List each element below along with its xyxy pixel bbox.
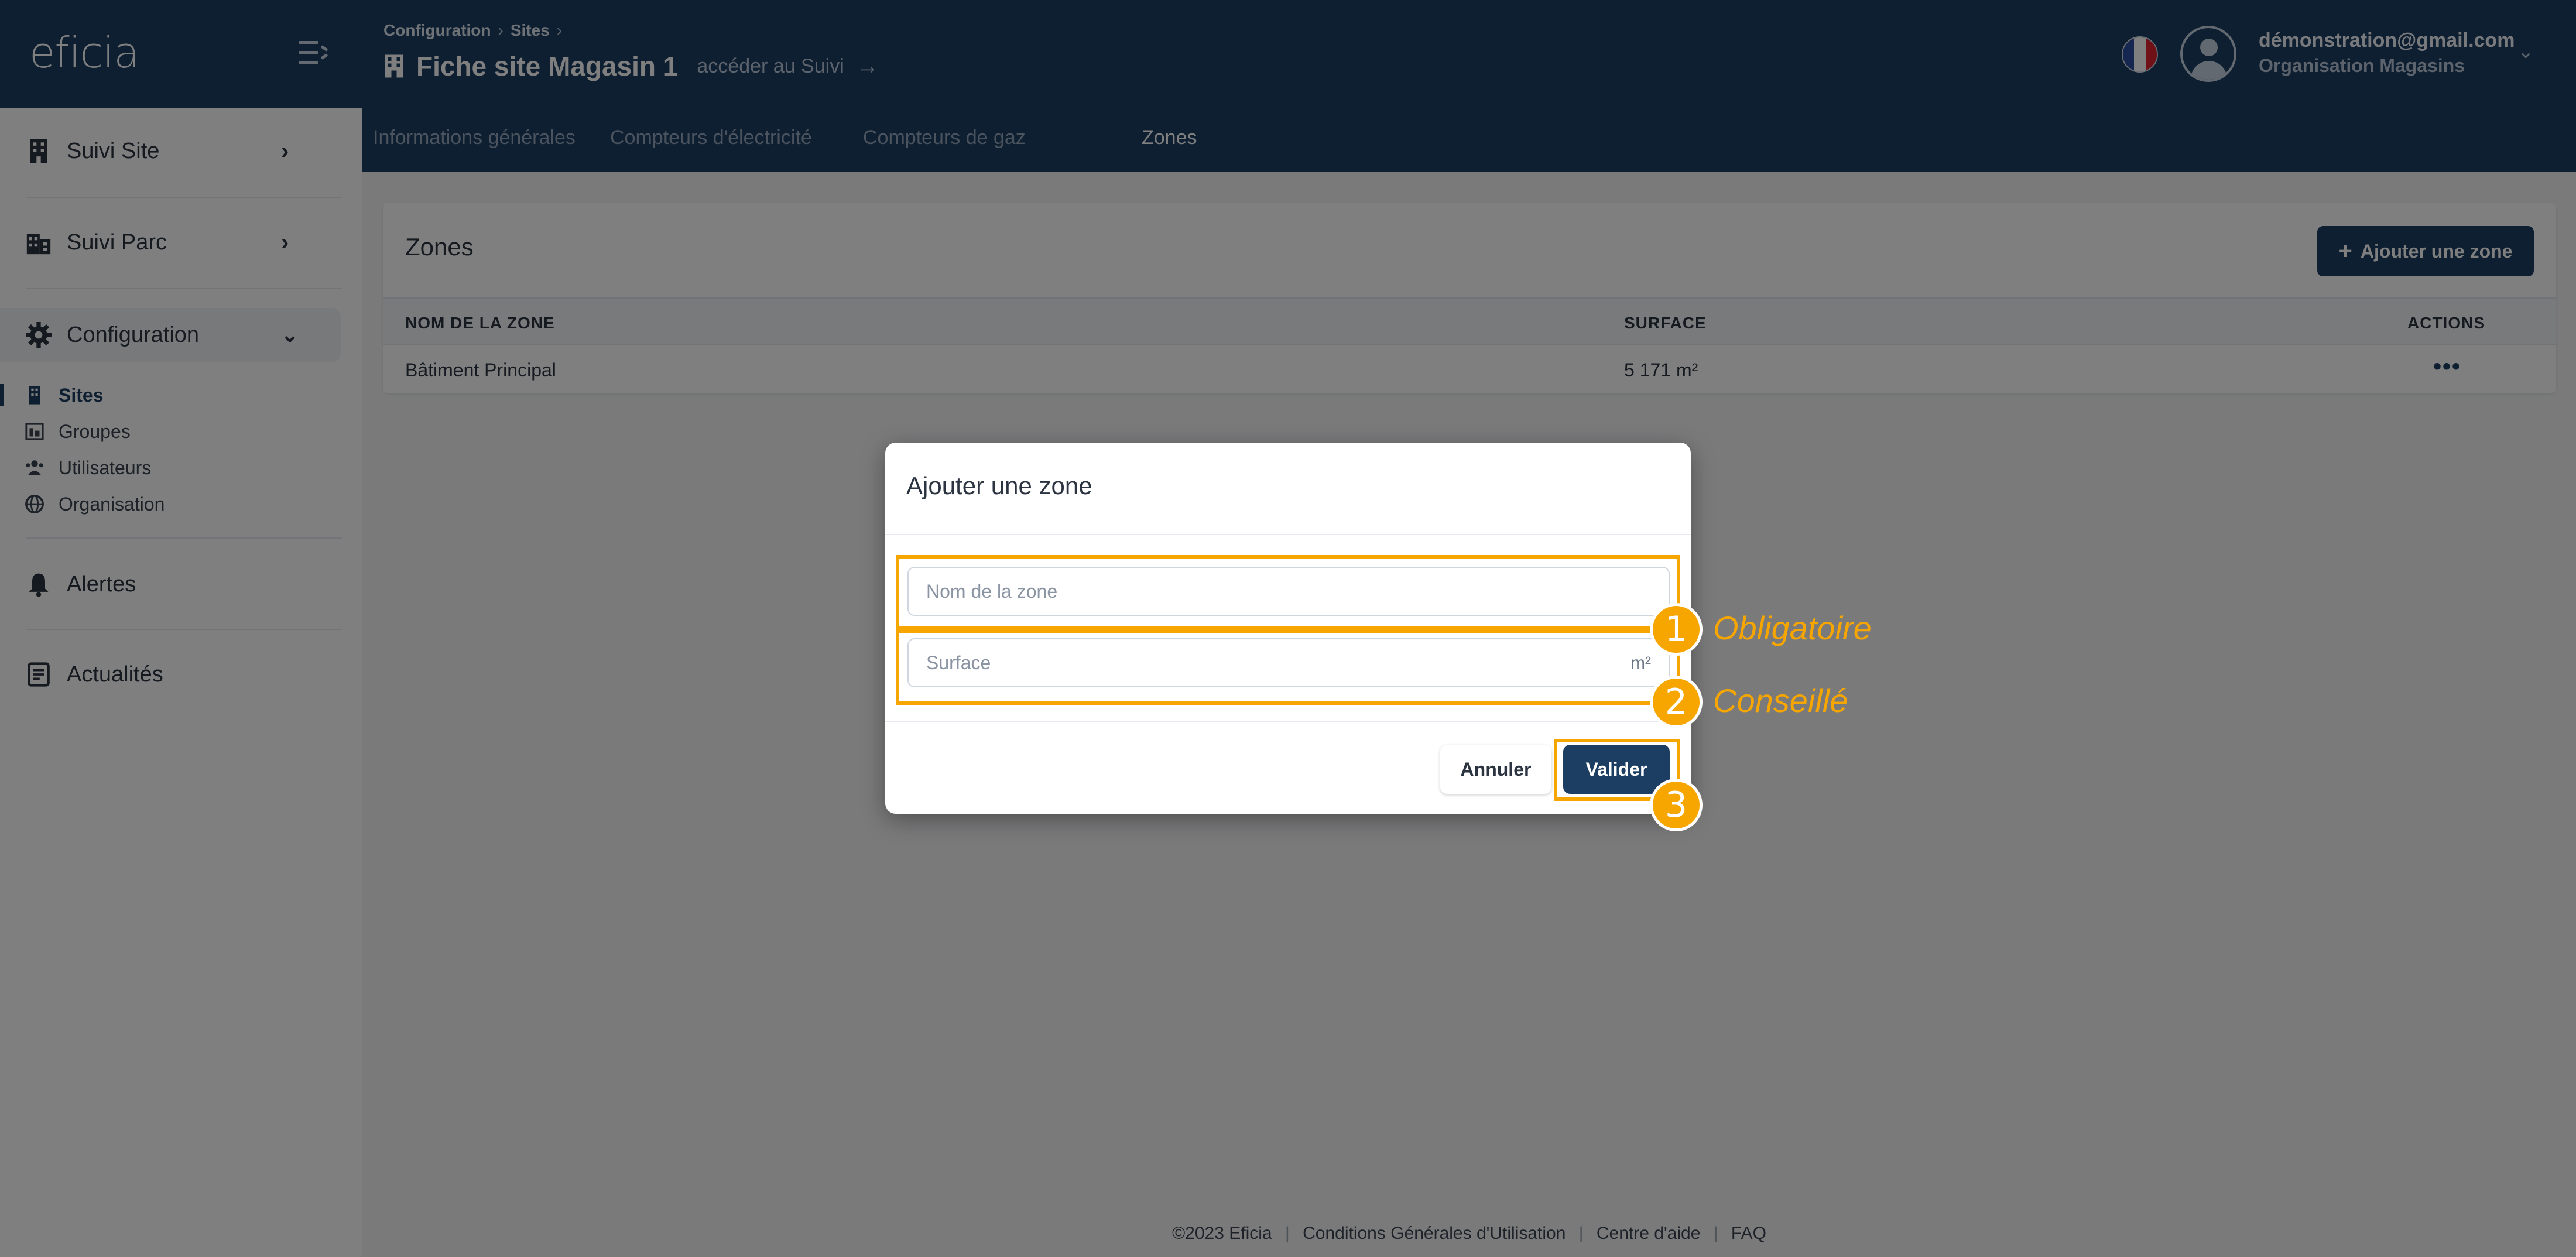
cancel-button[interactable]: Annuler <box>1440 745 1551 794</box>
highlight-zone-name <box>896 555 1680 630</box>
annotation-note-required: Obligatoire <box>1713 609 1872 646</box>
dialog-title: Ajouter une zone <box>906 472 1092 499</box>
annotation-badge-3: 3 <box>1650 779 1703 831</box>
highlight-surface <box>896 630 1680 705</box>
annotation-badge-1: 1 <box>1650 603 1703 656</box>
annotation-badge-2: 2 <box>1650 676 1703 728</box>
divider <box>885 721 1691 722</box>
annotation-note-recommended: Conseillé <box>1713 682 1848 719</box>
divider <box>885 534 1691 535</box>
